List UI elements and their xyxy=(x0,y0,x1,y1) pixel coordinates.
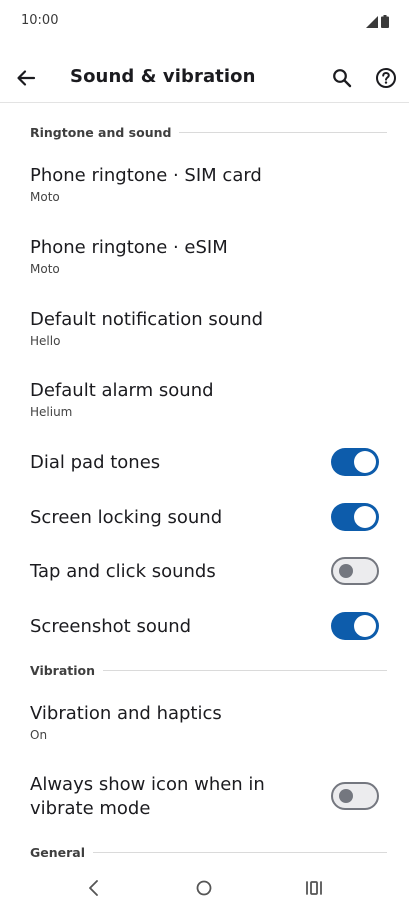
pref-default-alarm-sound[interactable]: Default alarm sound Helium xyxy=(0,365,409,431)
section-title: Vibration xyxy=(30,662,96,678)
section-header-general: General xyxy=(30,842,387,862)
nav-back-button[interactable] xyxy=(84,876,104,904)
pref-vibration-and-haptics[interactable]: Vibration and haptics On xyxy=(0,689,409,755)
pref-title: Screenshot sound xyxy=(30,616,192,637)
pref-title-line1: Always show icon when in xyxy=(30,774,265,795)
switch-thumb xyxy=(339,789,353,803)
always-show-vibrate-icon-switch[interactable] xyxy=(331,782,379,810)
nav-back-icon xyxy=(89,880,98,896)
nav-home-button[interactable] xyxy=(194,878,214,902)
switch-thumb xyxy=(339,564,353,578)
pref-tap-and-click-sounds[interactable]: Tap and click sounds xyxy=(0,547,409,597)
app-bar: Sound & vibration xyxy=(0,52,409,102)
signal-icon xyxy=(366,15,378,28)
section-header-vibration: Vibration xyxy=(30,660,387,680)
pref-title: Vibration and haptics xyxy=(30,703,222,724)
dial-pad-tones-switch[interactable] xyxy=(331,448,379,476)
search-button[interactable] xyxy=(328,64,356,92)
screen-locking-sound-switch[interactable] xyxy=(331,503,379,531)
help-button[interactable] xyxy=(372,64,400,92)
pref-summary: Moto xyxy=(30,262,60,276)
help-icon xyxy=(376,68,396,88)
pref-screen-locking-sound[interactable]: Screen locking sound xyxy=(0,493,409,543)
pref-always-show-vibrate-icon[interactable]: Always show icon when in vibrate mode xyxy=(0,762,409,834)
nav-home-icon xyxy=(196,880,212,896)
pref-title: Default alarm sound xyxy=(30,380,214,401)
pref-default-notification-sound[interactable]: Default notification sound Hello xyxy=(0,294,409,360)
nav-recents-icon xyxy=(306,881,322,895)
nav-recents-button[interactable] xyxy=(304,878,324,902)
pref-title: Phone ringtone · SIM card xyxy=(30,165,262,186)
battery-icon xyxy=(381,15,389,28)
section-divider xyxy=(103,669,387,671)
pref-phone-ringtone-sim[interactable]: Phone ringtone · SIM card Moto xyxy=(0,150,409,216)
pref-title: Screen locking sound xyxy=(30,507,223,528)
switch-thumb xyxy=(354,451,376,473)
app-bar-divider xyxy=(0,102,409,103)
pref-dial-pad-tones[interactable]: Dial pad tones xyxy=(0,438,409,488)
search-icon xyxy=(333,69,352,88)
section-title: General xyxy=(30,844,85,860)
section-divider xyxy=(179,131,387,133)
pref-title: Dial pad tones xyxy=(30,452,161,473)
section-title: Ringtone and sound xyxy=(30,124,172,140)
pref-summary: Moto xyxy=(30,190,60,204)
pref-title-line2: vibrate mode xyxy=(30,798,151,819)
back-button[interactable] xyxy=(12,64,40,92)
section-divider xyxy=(93,851,387,853)
pref-title: Default notification sound xyxy=(30,309,264,330)
status-bar: 10:00 xyxy=(0,0,409,44)
status-time: 10:00 xyxy=(21,13,59,28)
back-arrow-icon xyxy=(17,70,36,86)
section-header-ringtone: Ringtone and sound xyxy=(30,122,387,142)
pref-summary: Hello xyxy=(30,334,61,348)
status-icons xyxy=(366,15,389,28)
pref-screenshot-sound[interactable]: Screenshot sound xyxy=(0,602,409,652)
system-nav-bar xyxy=(0,866,409,910)
pref-summary: Helium xyxy=(30,405,73,419)
pref-title: Tap and click sounds xyxy=(30,561,216,582)
page-title: Sound & vibration xyxy=(70,66,256,87)
pref-phone-ringtone-esim[interactable]: Phone ringtone · eSIM Moto xyxy=(0,222,409,288)
tap-and-click-sounds-switch[interactable] xyxy=(331,557,379,585)
pref-title: Phone ringtone · eSIM xyxy=(30,237,228,258)
screenshot-sound-switch[interactable] xyxy=(331,612,379,640)
switch-thumb xyxy=(354,506,376,528)
pref-summary: On xyxy=(30,728,48,742)
switch-thumb xyxy=(354,615,376,637)
